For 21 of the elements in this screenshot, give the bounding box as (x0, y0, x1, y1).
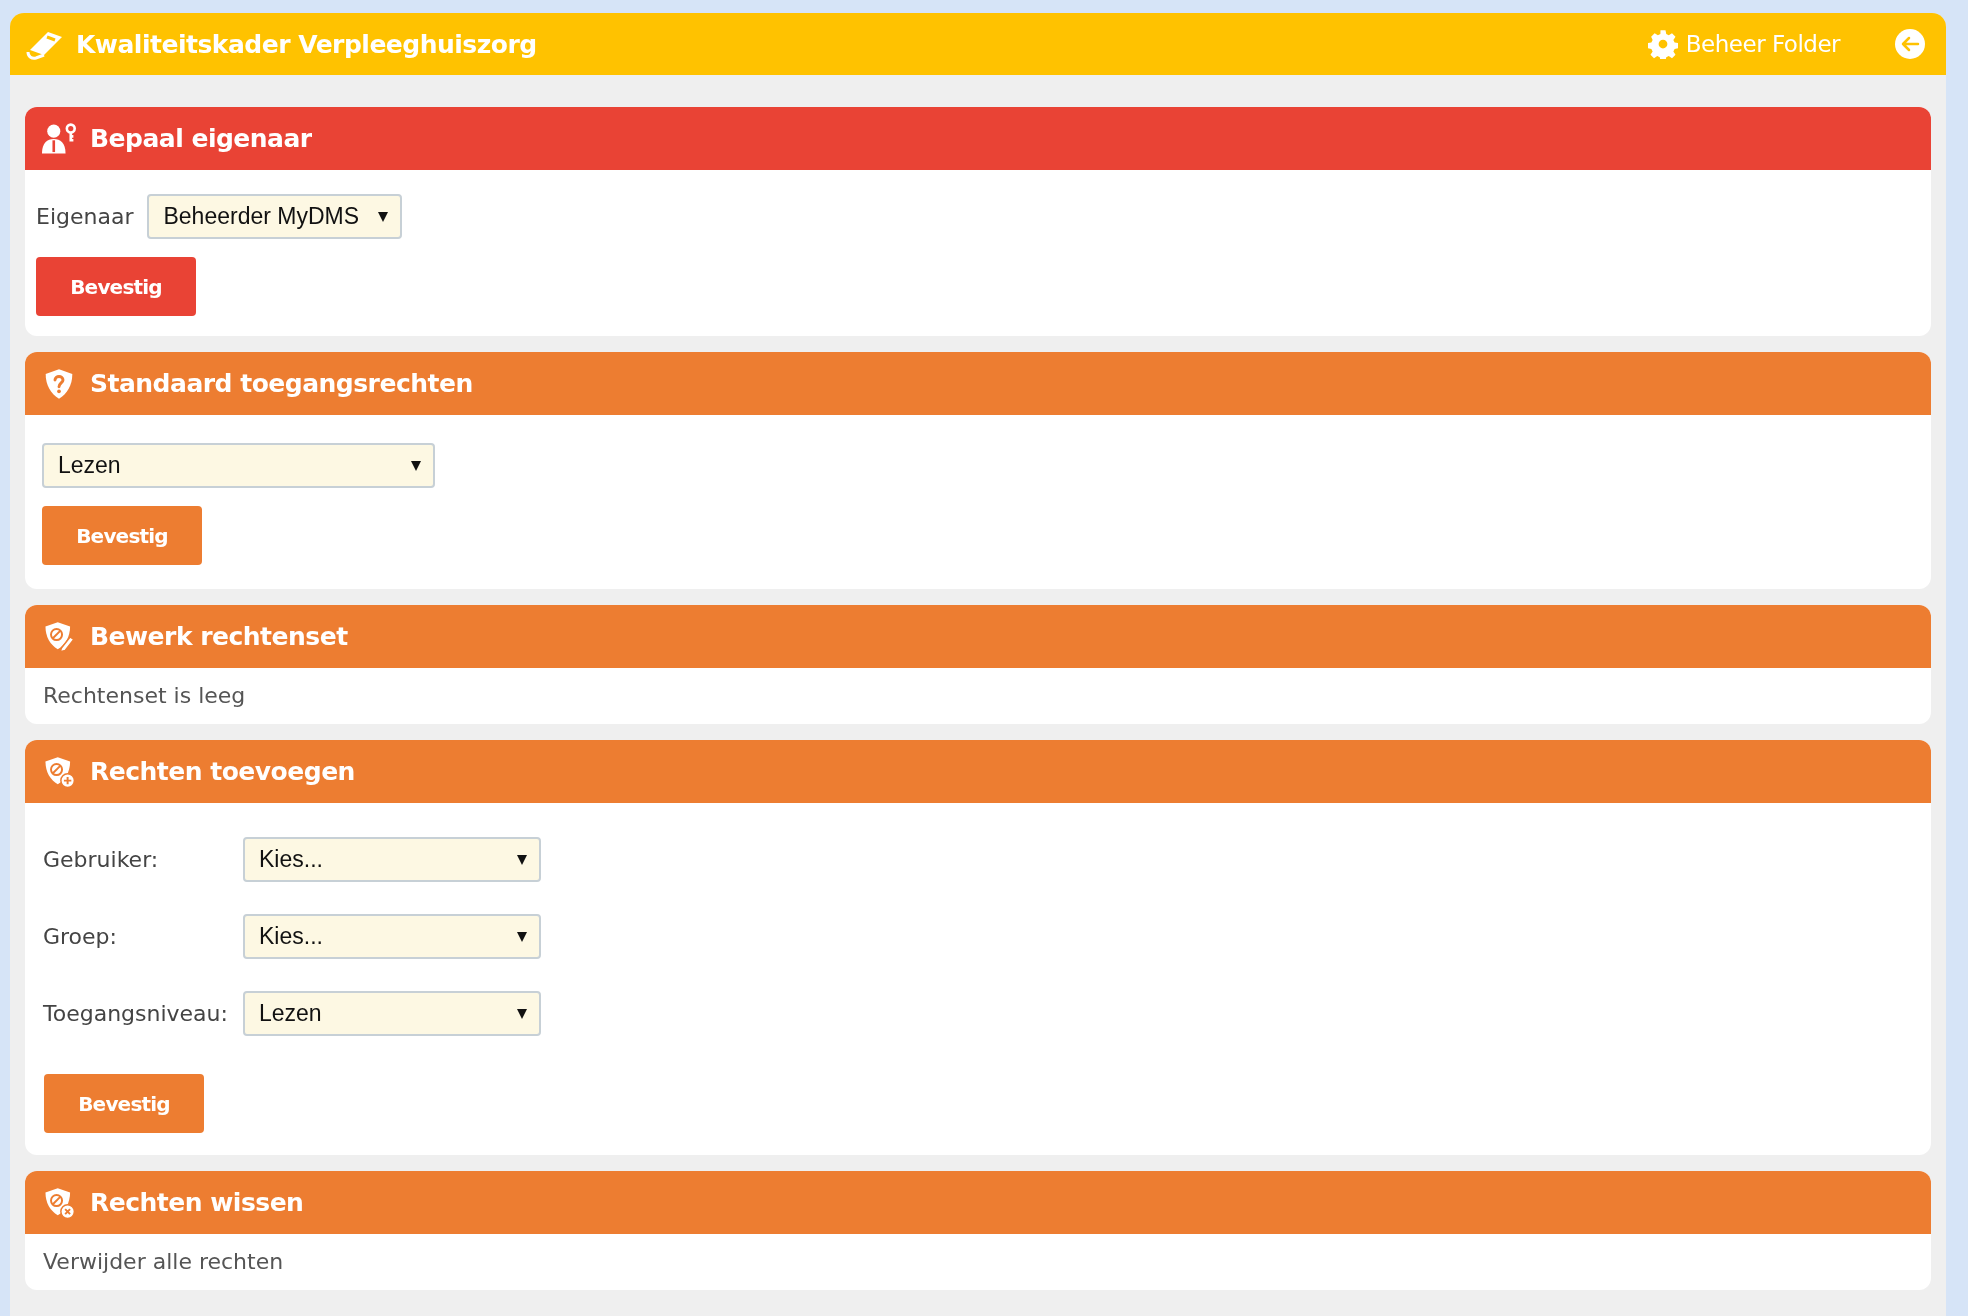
select-field[interactable]: Kies... (243, 914, 541, 959)
select-field[interactable]: Beheerder MyDMS (147, 194, 403, 239)
section-title: Bepaal eigenaar (90, 124, 312, 153)
info-text: Verwijder alle rechten (42, 1248, 285, 1276)
select-field[interactable]: Kies... (243, 837, 541, 882)
select-field[interactable]: Lezen (243, 991, 541, 1036)
field-label: Groep: (43, 924, 118, 949)
owner-label: Eigenaar (36, 204, 134, 229)
app-title: Kwaliteitskader Verpleeghuiszorg (76, 29, 537, 59)
settings-icon (1647, 29, 1678, 59)
select-field[interactable]: Lezen (42, 443, 435, 488)
section-title: Bewerk rechtenset (90, 622, 348, 651)
field-label: Toegangsniveau: (43, 1001, 229, 1026)
confirm-button[interactable]: Bevestig (36, 257, 196, 316)
section-title: Rechten wissen (90, 1188, 304, 1217)
section-title: Standaard toegangsrechten (90, 369, 473, 398)
field-label: Gebruiker: (43, 847, 160, 872)
info-text: Rechtenset is leeg (42, 682, 247, 710)
user-key-icon (42, 122, 76, 155)
section-title: Rechten toevoegen (90, 757, 355, 786)
shield-slash-icon (42, 755, 76, 788)
